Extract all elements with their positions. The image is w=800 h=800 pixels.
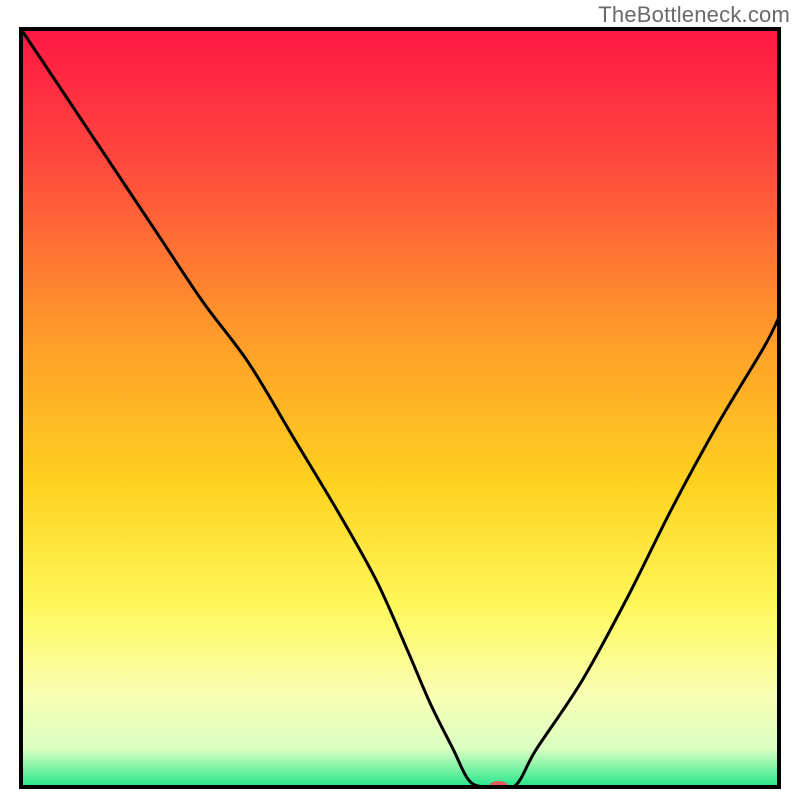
bottleneck-chart: [0, 0, 800, 800]
gradient-background: [21, 29, 779, 787]
